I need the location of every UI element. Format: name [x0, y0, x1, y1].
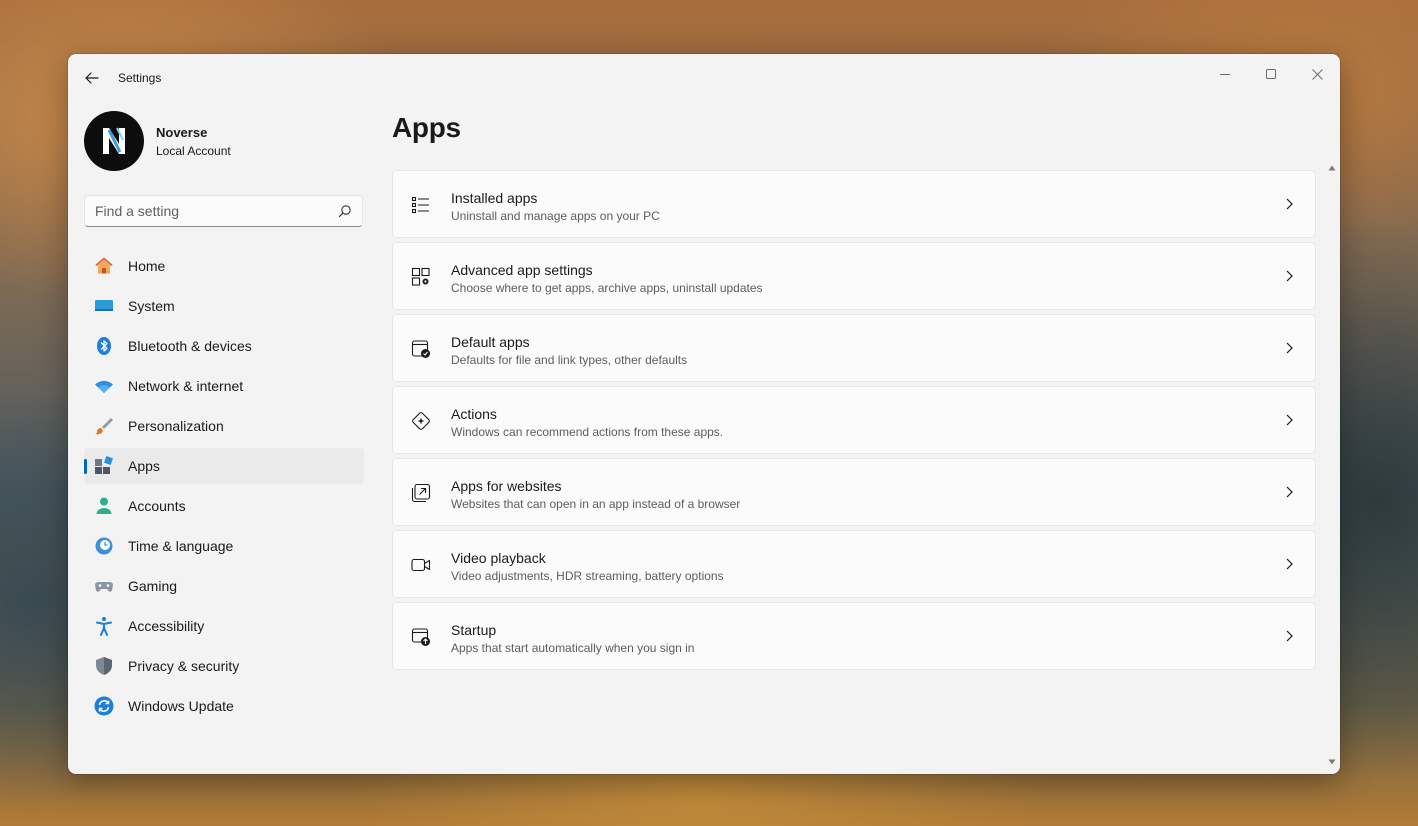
sidebar-item-apps[interactable]: Apps: [84, 448, 364, 484]
card-title: Startup: [451, 622, 497, 638]
close-icon: [1311, 68, 1323, 80]
card-advanced-app-settings[interactable]: Advanced app settings Choose where to ge…: [392, 242, 1316, 310]
noverse-logo-icon: [103, 127, 125, 154]
chevron-right-icon: [1286, 342, 1293, 354]
apps-icon: [94, 456, 114, 476]
gamepad-icon: [94, 576, 114, 596]
brush-icon: [94, 416, 114, 436]
sidebar-item-label: Windows Update: [128, 698, 234, 714]
sidebar-item-windows-update[interactable]: Windows Update: [84, 688, 364, 724]
card-description: Choose where to get apps, archive apps, …: [451, 281, 763, 295]
chevron-right-icon: [1286, 558, 1293, 570]
title-bar: Settings: [68, 54, 1340, 102]
chevron-right-icon: [1286, 630, 1293, 642]
default-apps-icon: [411, 340, 430, 358]
clock-globe-icon: [94, 536, 114, 556]
app-settings-icon: [411, 267, 430, 286]
accessibility-icon: [94, 616, 114, 636]
wifi-icon: [94, 376, 114, 396]
sidebar-item-personalization[interactable]: Personalization: [84, 408, 364, 444]
home-icon: [94, 256, 114, 276]
card-description: Websites that can open in an app instead…: [451, 497, 741, 511]
profile-name: Noverse: [156, 124, 208, 140]
sidebar-item-accessibility[interactable]: Accessibility: [84, 608, 364, 644]
card-installed-apps[interactable]: Installed apps Uninstall and manage apps…: [392, 170, 1316, 238]
sidebar-item-label: Privacy & security: [128, 658, 240, 674]
card-title: Default apps: [451, 334, 530, 350]
chevron-right-icon: [1286, 198, 1293, 210]
card-description: Uninstall and manage apps on your PC: [451, 209, 660, 223]
startup-icon: [411, 628, 430, 646]
account-type: Local Account: [156, 143, 231, 158]
sidebar-item-gaming[interactable]: Gaming: [84, 568, 364, 604]
update-icon: [94, 696, 114, 716]
card-description: Video adjustments, HDR streaming, batter…: [451, 569, 724, 583]
sidebar-item-label: Time & language: [128, 538, 234, 554]
card-title: Apps for websites: [451, 478, 562, 494]
scroll-up-arrow-icon[interactable]: [1328, 164, 1336, 172]
maximize-button[interactable]: [1248, 58, 1294, 90]
search-icon[interactable]: [338, 204, 352, 218]
video-icon: [411, 558, 431, 572]
card-apps-for-websites[interactable]: Apps for websites Websites that can open…: [392, 458, 1316, 526]
profile-text: Noverse Local Account: [156, 125, 231, 158]
sidebar-item-label: Accounts: [128, 498, 186, 514]
chevron-right-icon: [1286, 414, 1293, 426]
bluetooth-icon: [94, 336, 114, 356]
chevron-right-icon: [1286, 486, 1293, 498]
settings-window: Settings Noverse Local Account Find a se…: [68, 54, 1340, 774]
card-default-apps[interactable]: Default apps Defaults for file and link …: [392, 314, 1316, 382]
card-description: Apps that start automatically when you s…: [451, 641, 695, 655]
page-title: Apps: [392, 112, 461, 143]
card-description: Defaults for file and link types, other …: [451, 353, 688, 367]
actions-icon: [412, 412, 430, 430]
sidebar-item-label: Network & internet: [128, 378, 244, 394]
minimize-icon: [1220, 74, 1230, 75]
sidebar-item-home[interactable]: Home: [84, 248, 364, 284]
card-description: Windows can recommend actions from these…: [451, 425, 724, 439]
card-title: Actions: [451, 406, 497, 422]
list-icon: [411, 196, 429, 214]
arrow-left-icon: [85, 72, 99, 84]
search-box: [84, 195, 363, 227]
window-title: Settings: [118, 71, 162, 85]
open-external-icon: [411, 483, 431, 503]
sidebar-item-label: Gaming: [128, 578, 178, 594]
sidebar-item-label: System: [128, 298, 175, 314]
system-icon: [94, 296, 114, 316]
person-icon: [94, 496, 114, 516]
back-button[interactable]: [80, 66, 104, 90]
shield-icon: [94, 656, 114, 676]
sidebar-item-label: Apps: [128, 458, 160, 474]
sidebar-item-accounts[interactable]: Accounts: [84, 488, 364, 524]
sidebar-item-time-language[interactable]: Time & language: [84, 528, 364, 564]
card-title: Video playback: [451, 550, 546, 566]
close-button[interactable]: [1294, 58, 1340, 90]
chevron-right-icon: [1286, 270, 1293, 282]
sidebar-item-privacy[interactable]: Privacy & security: [84, 648, 364, 684]
sidebar-item-network[interactable]: Network & internet: [84, 368, 364, 404]
maximize-icon: [1266, 69, 1276, 79]
sidebar-item-label: Personalization: [128, 418, 224, 434]
minimize-button[interactable]: [1202, 58, 1248, 90]
sidebar-nav: Home System Bluetooth & devices Network …: [84, 248, 364, 728]
card-actions[interactable]: Actions Windows can recommend actions fr…: [392, 386, 1316, 454]
card-video-playback[interactable]: Video playback Video adjustments, HDR st…: [392, 530, 1316, 598]
search-input[interactable]: [85, 196, 325, 226]
settings-card-list: Installed apps Uninstall and manage apps…: [392, 170, 1316, 674]
sidebar-item-system[interactable]: System: [84, 288, 364, 324]
sidebar-item-label: Home: [128, 258, 166, 274]
sidebar-item-bluetooth[interactable]: Bluetooth & devices: [84, 328, 364, 364]
sidebar-item-label: Accessibility: [128, 618, 205, 634]
sidebar-item-label: Bluetooth & devices: [128, 338, 252, 354]
avatar: [84, 111, 144, 171]
scrollbar[interactable]: [1326, 162, 1338, 774]
scroll-down-arrow-icon[interactable]: [1328, 758, 1336, 766]
card-startup[interactable]: Startup Apps that start automatically wh…: [392, 602, 1316, 670]
card-title: Installed apps: [451, 190, 538, 206]
card-title: Advanced app settings: [451, 262, 593, 278]
user-profile[interactable]: Noverse Local Account: [84, 111, 231, 171]
